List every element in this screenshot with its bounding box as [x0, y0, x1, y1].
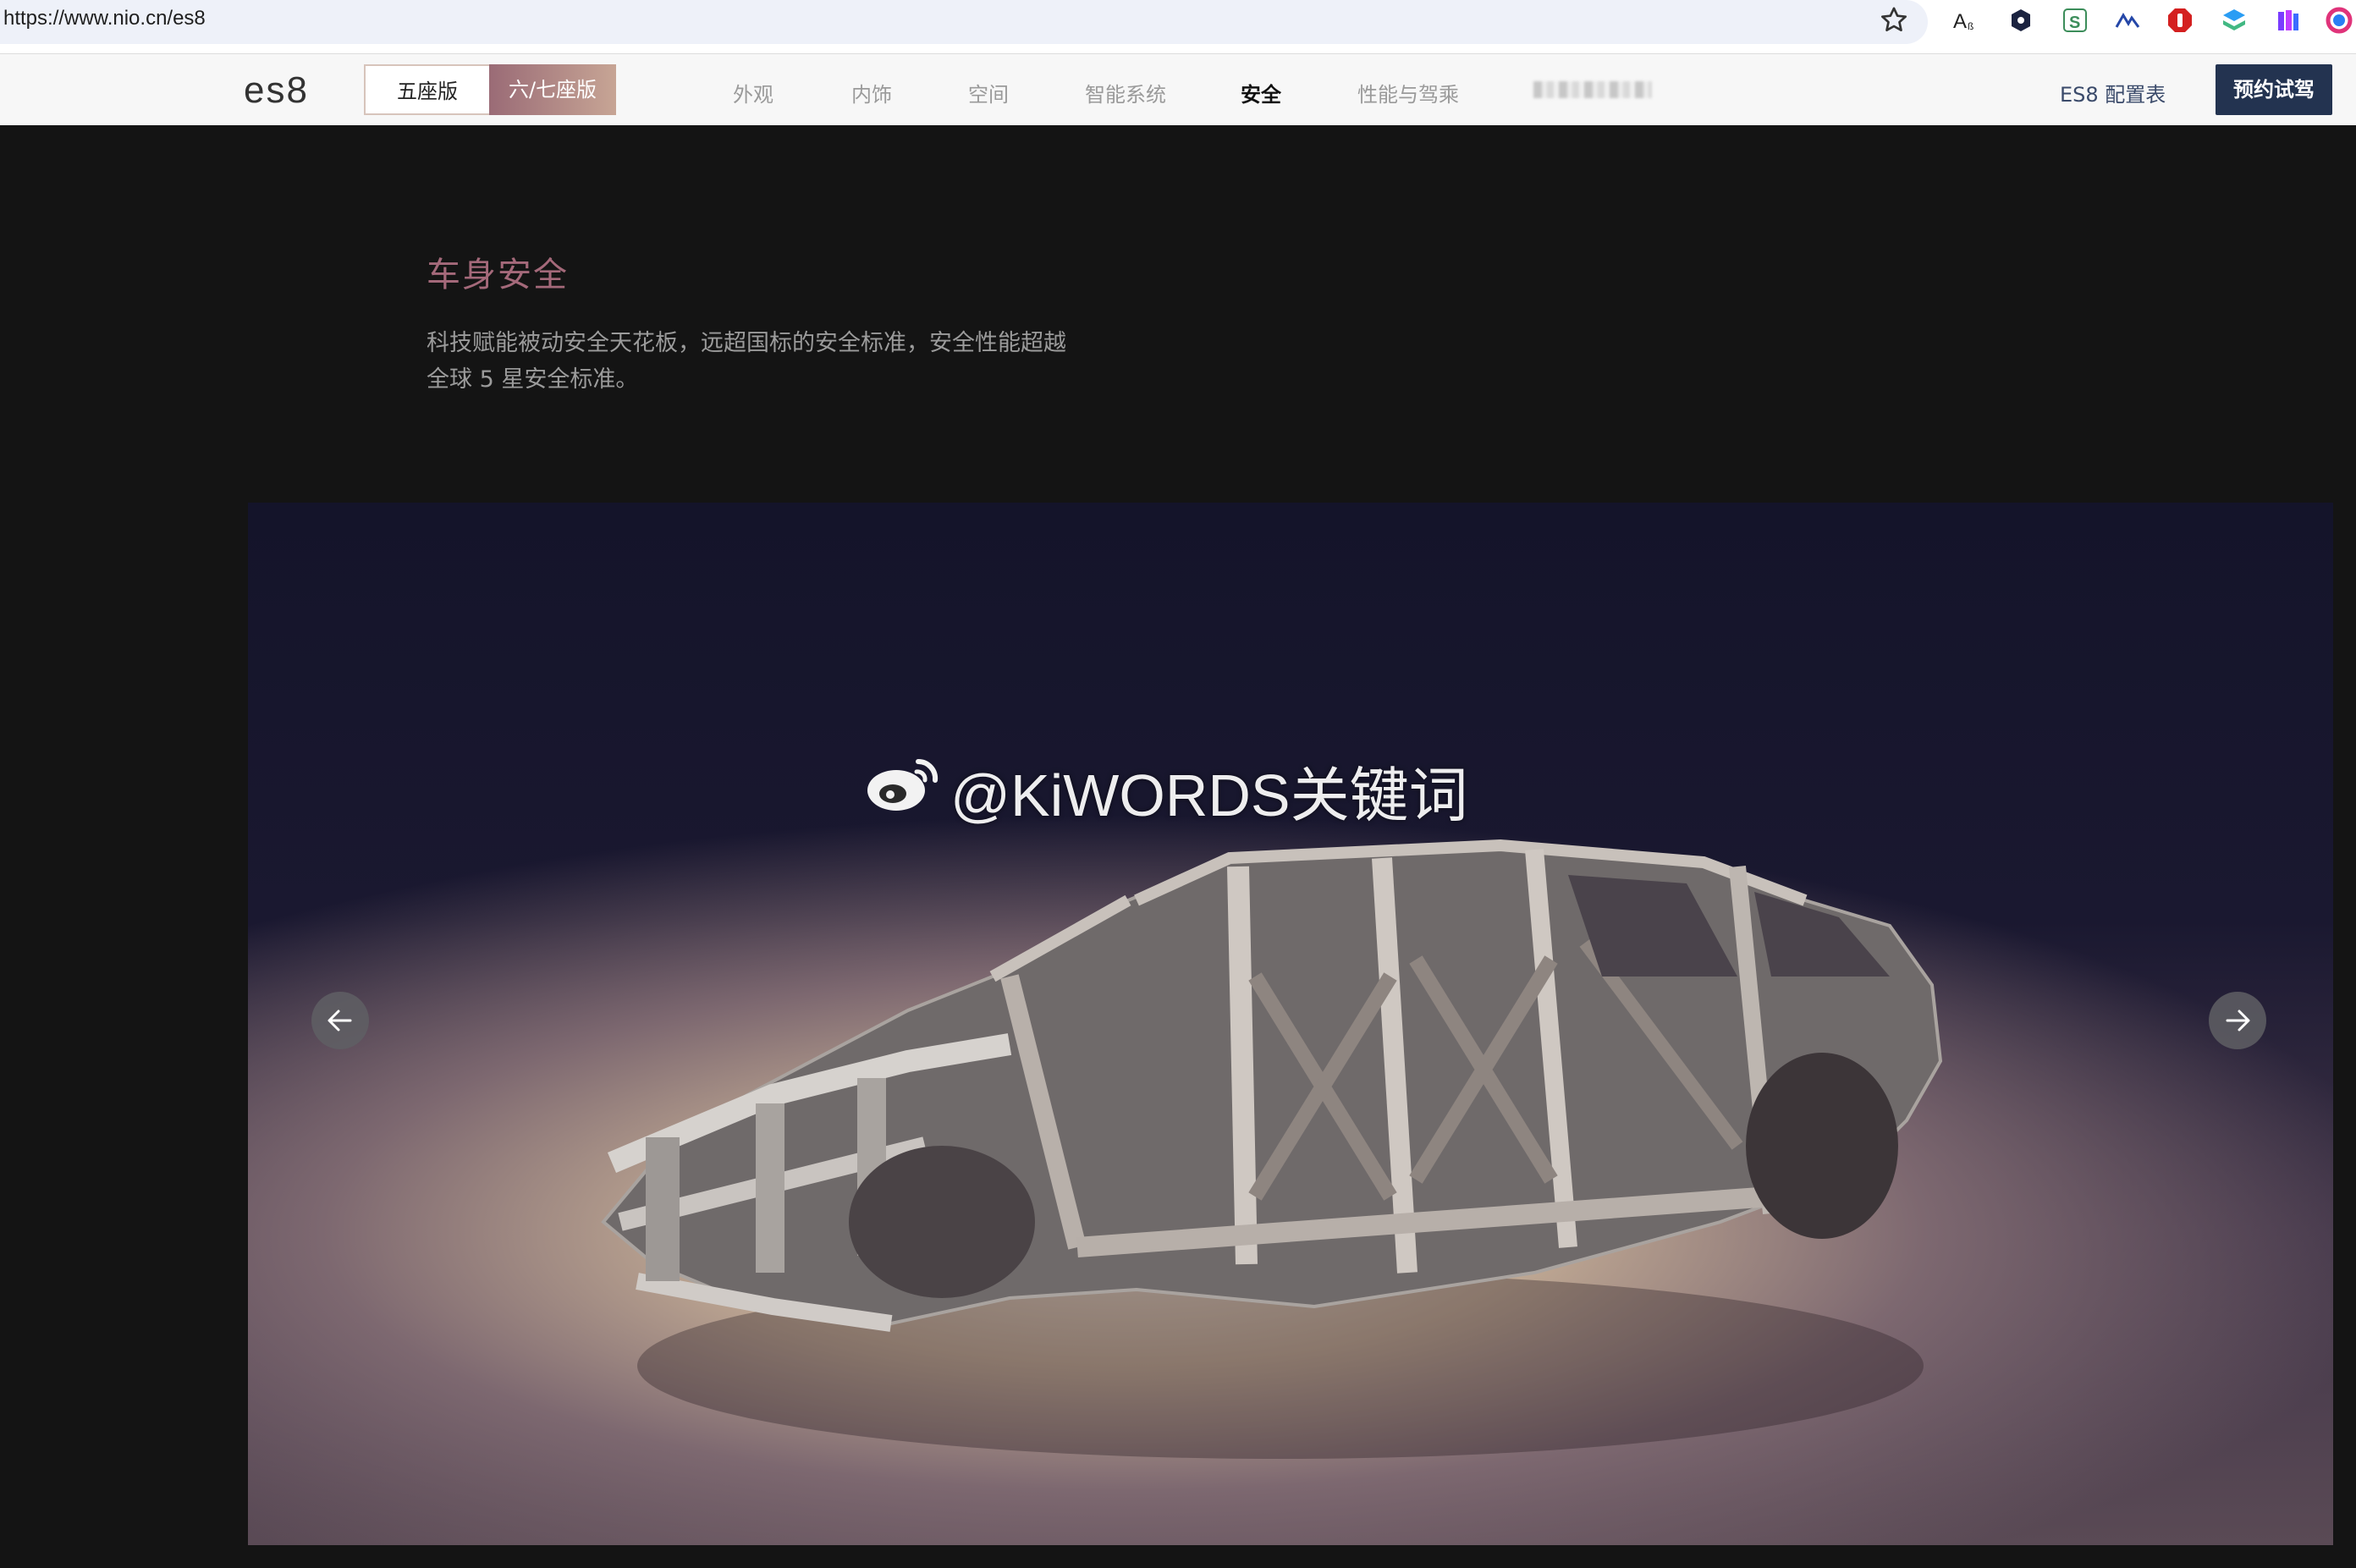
purple-extension-icon[interactable] — [2273, 5, 2304, 36]
read-aloud-icon[interactable]: A ß — [1951, 5, 1982, 36]
bookmark-star-icon[interactable] — [1877, 3, 1911, 37]
s-extension-icon[interactable]: S — [2060, 5, 2090, 36]
section-description-line: 全球 5 星安全标准。 — [427, 366, 639, 393]
svg-text:S: S — [2069, 14, 2080, 32]
section-description-line: 科技赋能被动安全天花板，远超国标的安全标准，安全性能超越 — [427, 330, 1066, 356]
nav-link-performance[interactable]: 性能与驾乘 — [1357, 78, 1459, 107]
weibo-logo-icon — [867, 758, 939, 811]
arrow-left-icon — [328, 1010, 352, 1032]
svg-text:A: A — [1953, 10, 1967, 33]
red-extension-icon[interactable] — [2165, 5, 2195, 36]
image-carousel[interactable]: @KiWORDS关键词 — [248, 503, 2333, 1545]
nav-link-exterior[interactable]: 外观 — [733, 78, 773, 107]
mountain-extension-icon[interactable] — [2112, 5, 2143, 36]
ring-extension-icon[interactable] — [2324, 5, 2354, 36]
variant-five-seat-button[interactable]: 五座版 — [364, 64, 489, 115]
carousel-next-button[interactable] — [2209, 992, 2266, 1049]
nav-link-space[interactable]: 空间 — [968, 78, 1009, 107]
svg-text:ß: ß — [1968, 20, 1973, 32]
arrow-right-icon — [2226, 1010, 2250, 1032]
site-header: es8 五座版 六/七座版 外观 内饰 空间 智能系统 安全 性能与驾乘 ES8… — [0, 54, 2356, 125]
nav-link-safety[interactable]: 安全 — [1241, 78, 1281, 107]
browser-toolbar: https://www.nio.cn/es8 A ß S — [0, 0, 2356, 54]
variant-six-seven-seat-button[interactable]: 六/七座版 — [489, 64, 616, 115]
es8-logo[interactable]: es8 — [244, 69, 309, 112]
url-text[interactable]: https://www.nio.cn/es8 — [3, 7, 206, 30]
config-sheet-link[interactable]: ES8 配置表 — [2060, 78, 2166, 107]
carousel-prev-button[interactable] — [311, 992, 369, 1049]
address-bar[interactable]: https://www.nio.cn/es8 — [0, 0, 1928, 44]
nav-link-interior[interactable]: 内饰 — [851, 78, 892, 107]
layers-extension-icon[interactable] — [2219, 5, 2249, 36]
weibo-watermark: @KiWORDS关键词 — [950, 748, 1468, 834]
book-test-drive-button[interactable]: 预约试驾 — [2216, 64, 2332, 115]
section-title: 车身安全 — [427, 256, 569, 294]
blurred-nav-link[interactable] — [1533, 81, 1652, 98]
section-description: 科技赋能被动安全天花板，远超国标的安全标准，安全性能超越 全球 5 星安全标准。 — [427, 325, 1087, 398]
nav-link-smart-system[interactable]: 智能系统 — [1085, 78, 1166, 107]
hex-extension-icon[interactable] — [2006, 5, 2036, 36]
watermark-text: @KiWORDS关键词 — [950, 762, 1468, 828]
car-body-frame-image — [601, 839, 1943, 1459]
